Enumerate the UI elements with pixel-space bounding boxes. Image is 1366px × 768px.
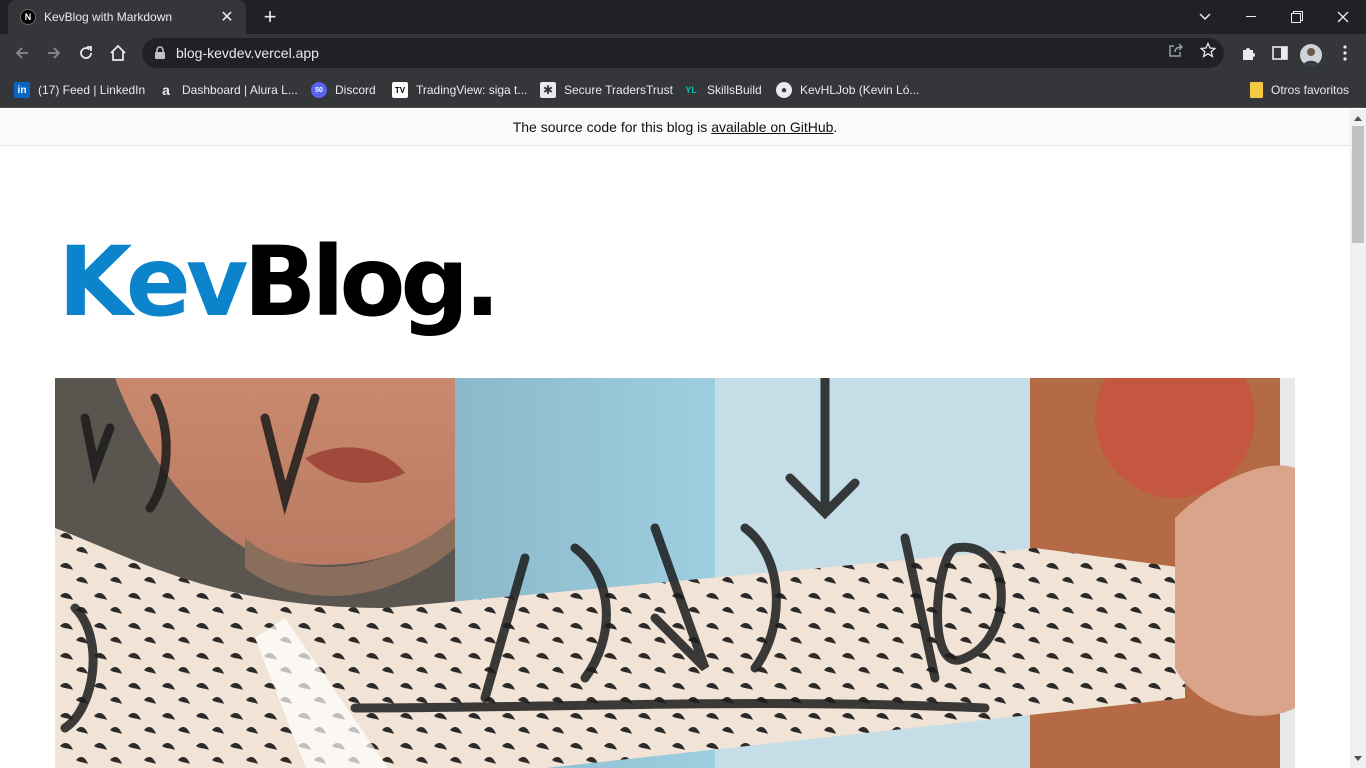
nextjs-favicon-icon: N: [20, 9, 36, 25]
browser-toolbar: blog-kevdev.vercel.app: [0, 34, 1366, 72]
other-bookmarks-label: Otros favoritos: [1271, 83, 1350, 97]
lock-icon[interactable]: [154, 46, 166, 60]
site-logo[interactable]: KevBlog.: [58, 226, 501, 338]
share-icon[interactable]: [1165, 41, 1187, 59]
tab-title: KevBlog with Markdown: [44, 10, 173, 24]
bookmark-label: Dashboard | Alura L...: [182, 83, 298, 97]
bookmark-label: TradingView: siga t...: [416, 83, 528, 97]
folder-icon: [1250, 82, 1263, 98]
banner-text: The source code for this blog is: [512, 119, 708, 135]
bookmark-label: KevHLJob (Kevin Ló...: [800, 83, 920, 97]
url-text: blog-kevdev.vercel.app: [176, 45, 319, 61]
forward-arrow-icon: [48, 47, 61, 59]
bookmark-label: SkillsBuild: [707, 83, 762, 97]
profile-avatar[interactable]: [1300, 44, 1322, 66]
back-arrow-icon: [15, 47, 28, 59]
traderstrust-icon: ✱: [540, 82, 556, 98]
minimize-button[interactable]: [1228, 0, 1274, 34]
tab-search-chevron-icon[interactable]: [1182, 0, 1228, 34]
source-code-banner: The source code for this blog is availab…: [0, 109, 1350, 146]
scroll-up-arrow-icon[interactable]: [1352, 111, 1364, 125]
bookmark-discord[interactable]: 50 Discord: [311, 81, 376, 99]
github-link[interactable]: available on GitHub: [711, 119, 833, 135]
back-button[interactable]: [9, 41, 35, 65]
restore-button[interactable]: [1274, 0, 1320, 34]
alura-icon: a: [162, 82, 170, 98]
banner-suffix: .: [833, 119, 838, 135]
tab-strip: N KevBlog with Markdown ✕ +: [0, 0, 1366, 34]
bookmark-tradingview[interactable]: TV TradingView: siga t...: [392, 81, 527, 99]
close-window-button[interactable]: [1320, 0, 1366, 34]
linkedin-icon: in: [14, 82, 30, 98]
home-button[interactable]: [105, 41, 131, 65]
logo-kev: Kev: [58, 226, 248, 338]
skillsbuild-icon: YL: [685, 85, 697, 95]
github-icon: ●: [776, 82, 792, 98]
bookmarks-bar: in (17) Feed | LinkedIn a Dashboard | Al…: [0, 72, 1366, 108]
bookmark-github[interactable]: ● KevHLJob (Kevin Ló...: [776, 81, 919, 99]
bookmark-skillsbuild[interactable]: YL SkillsBuild: [683, 81, 762, 99]
extensions-puzzle-icon[interactable]: [1237, 43, 1259, 63]
page-viewport: The source code for this blog is availab…: [0, 109, 1350, 768]
bookmark-star-icon[interactable]: [1197, 41, 1219, 59]
bookmark-linkedin[interactable]: in (17) Feed | LinkedIn: [14, 81, 145, 99]
bookmark-label: (17) Feed | LinkedIn: [38, 83, 146, 97]
bookmark-label: Discord: [335, 83, 376, 97]
address-bar[interactable]: blog-kevdev.vercel.app: [142, 38, 1224, 68]
reload-button[interactable]: [73, 41, 99, 65]
bookmark-alura[interactable]: a Dashboard | Alura L...: [158, 81, 298, 99]
bookmark-traderstrust[interactable]: ✱ Secure TradersTrust: [540, 81, 673, 99]
bookmark-label: Secure TradersTrust: [564, 83, 673, 97]
home-icon: [110, 44, 126, 61]
scroll-down-arrow-icon[interactable]: [1352, 751, 1364, 765]
browser-tab[interactable]: N KevBlog with Markdown ✕: [8, 0, 246, 34]
forward-button[interactable]: [41, 41, 67, 65]
scrollbar-thumb[interactable]: [1352, 126, 1364, 243]
menu-dots-icon[interactable]: [1334, 43, 1356, 63]
other-bookmarks-folder[interactable]: Otros favoritos: [1250, 81, 1349, 99]
discord-icon: 50: [311, 82, 327, 98]
logo-blog: Blog.: [243, 226, 500, 338]
hero-cover-image[interactable]: [55, 378, 1295, 768]
new-tab-button[interactable]: +: [258, 6, 282, 28]
close-tab-icon[interactable]: ✕: [218, 8, 236, 26]
reload-icon: [80, 46, 92, 59]
side-panel-icon[interactable]: [1269, 43, 1291, 63]
tradingview-icon: TV: [392, 82, 408, 98]
